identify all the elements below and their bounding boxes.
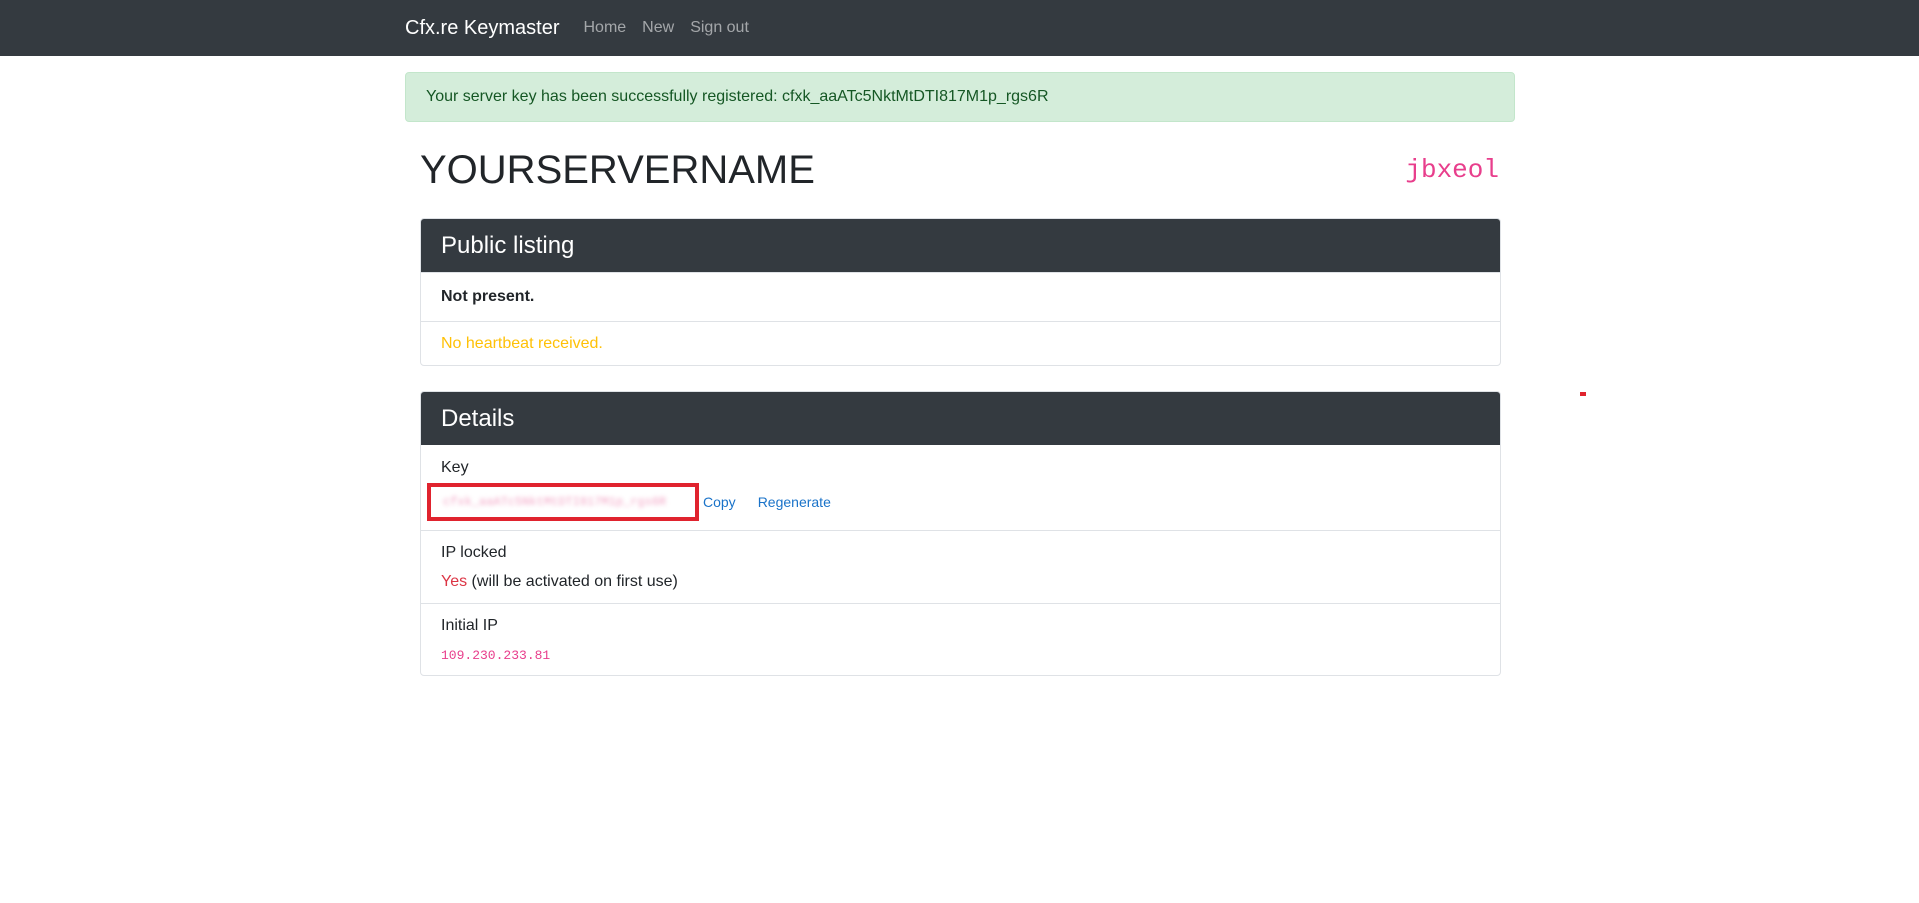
key-label: Key	[441, 459, 469, 476]
server-name-heading: YOURSERVERNAME	[420, 147, 815, 192]
ip-locked-value: Yes	[441, 573, 468, 590]
key-section: Key cfxk_aaATc5NktMtDTI817M1p_rgs6R Copy…	[421, 445, 1500, 530]
nav-new-link[interactable]: New	[642, 19, 674, 37]
top-navbar: Cfx.re Keymaster Home New Sign out	[0, 0, 1919, 56]
ip-locked-label: IP locked	[441, 544, 507, 561]
brand-link[interactable]: Cfx.re Keymaster	[405, 17, 559, 40]
initial-ip-value: 109.230.233.81	[441, 648, 551, 663]
ip-locked-row: Yes (will be activated on first use)	[441, 573, 1480, 591]
public-listing-card: Public listing Not present. No heartbeat…	[420, 218, 1501, 366]
listing-status: Not present.	[421, 272, 1500, 321]
nav-home-link[interactable]: Home	[583, 19, 626, 37]
key-highlight-box[interactable]: cfxk_aaATc5NktMtDTI817M1p_rgs6R	[427, 483, 699, 521]
initial-ip-label: Initial IP	[441, 617, 498, 634]
server-code: jbxeol	[1405, 155, 1499, 185]
nav-sign-out-link[interactable]: Sign out	[690, 19, 749, 37]
initial-ip-section: Initial IP 109.230.233.81	[421, 603, 1500, 675]
content-area: YOURSERVERNAME jbxeol Public listing Not…	[420, 122, 1501, 676]
public-listing-header: Public listing	[421, 219, 1500, 272]
details-header: Details	[421, 392, 1500, 445]
navbar-content: Cfx.re Keymaster Home New Sign out	[405, 0, 1515, 56]
copy-button[interactable]: Copy	[703, 494, 736, 510]
key-value[interactable]: cfxk_aaATc5NktMtDTI817M1p_rgs6R	[443, 495, 666, 509]
details-card: Details Key cfxk_aaATc5NktMtDTI817M1p_rg…	[420, 391, 1501, 676]
title-row: YOURSERVERNAME jbxeol	[420, 122, 1501, 218]
main-container: Your server key has been successfully re…	[405, 72, 1515, 701]
ip-locked-note: (will be activated on first use)	[467, 573, 678, 590]
regenerate-button[interactable]: Regenerate	[758, 494, 831, 510]
success-alert-text: Your server key has been successfully re…	[426, 88, 1049, 105]
key-row: cfxk_aaATc5NktMtDTI817M1p_rgs6R Copy Reg…	[427, 483, 1480, 521]
ip-locked-section: IP locked Yes (will be activated on firs…	[421, 530, 1500, 603]
heartbeat-status: No heartbeat received.	[421, 321, 1500, 365]
success-alert: Your server key has been successfully re…	[405, 72, 1515, 122]
red-marker	[1580, 392, 1586, 396]
